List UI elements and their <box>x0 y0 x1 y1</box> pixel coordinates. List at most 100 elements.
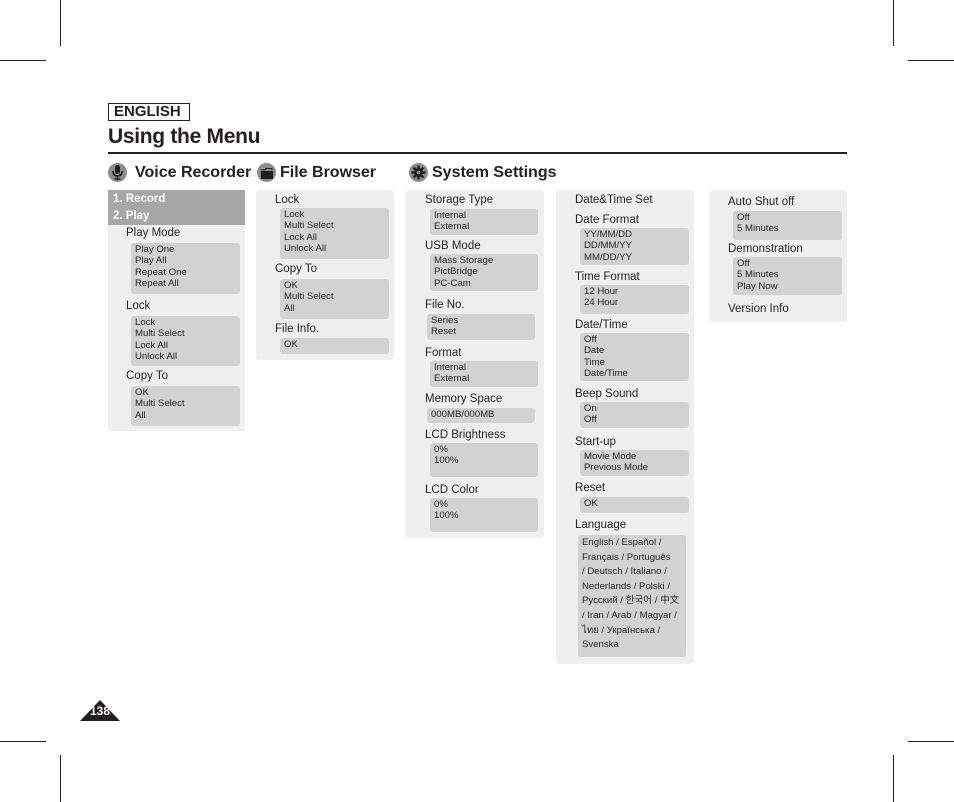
option[interactable]: Previous Mode <box>584 462 685 473</box>
option[interactable]: Off <box>584 334 685 345</box>
menu-label[interactable]: Reset <box>575 482 605 494</box>
crop-mark <box>893 0 894 46</box>
option[interactable]: Unlock All <box>284 243 385 254</box>
option[interactable]: OK <box>584 498 685 509</box>
menu-label[interactable]: Start-up <box>575 436 616 448</box>
menu-label[interactable]: USB Mode <box>425 240 481 252</box>
option[interactable]: External <box>434 373 534 384</box>
menu-item-play[interactable]: 2. Play <box>108 207 245 225</box>
menu-label[interactable]: Copy To <box>126 370 168 382</box>
option[interactable]: Nederlands / Polski / <box>582 580 682 595</box>
option[interactable]: Mass Storage <box>434 255 534 266</box>
option[interactable]: Off <box>737 258 838 269</box>
option[interactable]: OK <box>284 339 385 350</box>
option[interactable]: Movie Mode <box>584 451 685 462</box>
option[interactable]: Off <box>737 212 838 223</box>
option[interactable]: 0% <box>434 499 534 510</box>
option[interactable]: Internal <box>434 362 534 373</box>
option[interactable]: / Iran / Arab / Magyar / <box>582 609 682 624</box>
option[interactable]: Multi Select <box>284 291 385 302</box>
option[interactable]: Play One <box>135 244 236 255</box>
menu-label[interactable]: LCD Brightness <box>425 429 506 441</box>
menu-label[interactable]: Date/Time <box>575 319 628 331</box>
microphone-icon <box>108 163 127 182</box>
menu-label[interactable]: Demonstration <box>728 243 803 255</box>
option[interactable]: 0% <box>434 444 534 455</box>
option[interactable]: Lock All <box>284 232 385 243</box>
option[interactable]: Off <box>584 414 685 425</box>
option[interactable]: / Deutsch / Italiano / <box>582 565 682 580</box>
menu-label[interactable]: Lock <box>275 194 299 206</box>
option-box: OK <box>580 497 689 513</box>
option[interactable]: Русский / 한국어 / 中文 <box>582 594 682 609</box>
option-box: OK <box>280 338 389 354</box>
menu-item-record[interactable]: 1. Record <box>108 190 245 208</box>
option[interactable]: External <box>434 221 534 232</box>
option[interactable]: Unlock All <box>135 351 236 362</box>
option[interactable]: All <box>135 410 236 421</box>
menu-label[interactable]: File Info. <box>275 323 319 335</box>
option[interactable]: Multi Select <box>284 220 385 231</box>
menu-label[interactable]: Memory Space <box>425 393 502 405</box>
option[interactable]: 5 Minutes <box>737 223 838 234</box>
option[interactable]: DD/MM/YY <box>584 240 685 251</box>
option[interactable]: Lock <box>135 317 236 328</box>
option[interactable]: 12 Hour <box>584 286 685 297</box>
option[interactable]: OK <box>135 387 236 398</box>
option[interactable]: MM/DD/YY <box>584 252 685 263</box>
option-box: Internal External <box>430 361 538 387</box>
option[interactable]: Lock All <box>135 340 236 351</box>
menu-label[interactable]: Lock <box>126 300 150 312</box>
option[interactable]: 100% <box>434 510 534 521</box>
option-box: 12 Hour 24 Hour <box>580 285 689 314</box>
option[interactable]: On <box>584 403 685 414</box>
menu-label[interactable]: Storage Type <box>425 194 493 206</box>
menu-label[interactable]: Beep Sound <box>575 388 638 400</box>
option[interactable]: PC-Cam <box>434 278 534 289</box>
option-box: English / Español / Français / Português… <box>578 535 686 657</box>
option[interactable]: Multi Select <box>135 328 236 339</box>
option[interactable]: PictBridge <box>434 266 534 277</box>
option[interactable]: Time <box>584 357 685 368</box>
menu-label[interactable]: LCD Color <box>425 484 479 496</box>
menu-header-date-time-set[interactable]: Date&Time Set <box>575 194 653 206</box>
option[interactable]: Français / Português <box>582 551 682 566</box>
option-box: OK Multi Select All <box>131 386 240 426</box>
option[interactable]: 24 Hour <box>584 297 685 308</box>
option[interactable]: Multi Select <box>135 398 236 409</box>
option[interactable]: Date <box>584 345 685 356</box>
option[interactable]: Svenska <box>582 638 682 653</box>
option[interactable]: 100% <box>434 455 534 466</box>
crop-mark <box>60 755 61 802</box>
option[interactable]: Play All <box>135 255 236 266</box>
option[interactable]: Date/Time <box>584 368 685 379</box>
option[interactable]: Repeat All <box>135 278 236 289</box>
menu-label[interactable]: Auto Shut off <box>728 196 794 208</box>
menu-label[interactable]: Format <box>425 347 461 359</box>
option[interactable]: Repeat One <box>135 267 236 278</box>
option[interactable]: English / Español / <box>582 536 682 551</box>
menu-label[interactable]: Version Info <box>728 303 789 315</box>
option[interactable]: 5 Minutes <box>737 269 838 280</box>
section-heading-voice-recorder: Voice Recorder <box>108 163 251 182</box>
menu-label[interactable]: Date Format <box>575 214 639 226</box>
title-divider <box>108 152 847 154</box>
option[interactable]: Internal <box>434 210 534 221</box>
option-box: Internal External <box>430 209 538 235</box>
menu-label[interactable]: Language <box>575 519 626 531</box>
option[interactable]: YY/MM/DD <box>584 229 685 240</box>
crop-mark <box>908 741 954 742</box>
option[interactable]: All <box>284 303 385 314</box>
option[interactable]: OK <box>284 280 385 291</box>
option-box: YY/MM/DD DD/MM/YY MM/DD/YY <box>580 228 689 265</box>
option[interactable]: Series <box>431 315 531 326</box>
menu-label[interactable]: Time Format <box>575 271 640 283</box>
option-box: Play One Play All Repeat One Repeat All <box>131 243 240 294</box>
menu-label[interactable]: Play Mode <box>126 227 180 239</box>
menu-label[interactable]: File No. <box>425 299 465 311</box>
option[interactable]: Play Now <box>737 281 838 292</box>
menu-label[interactable]: Copy To <box>275 263 317 275</box>
option[interactable]: Reset <box>431 326 531 337</box>
option[interactable]: Lock <box>284 209 385 220</box>
option[interactable]: ไทย / Українська / <box>582 624 682 639</box>
